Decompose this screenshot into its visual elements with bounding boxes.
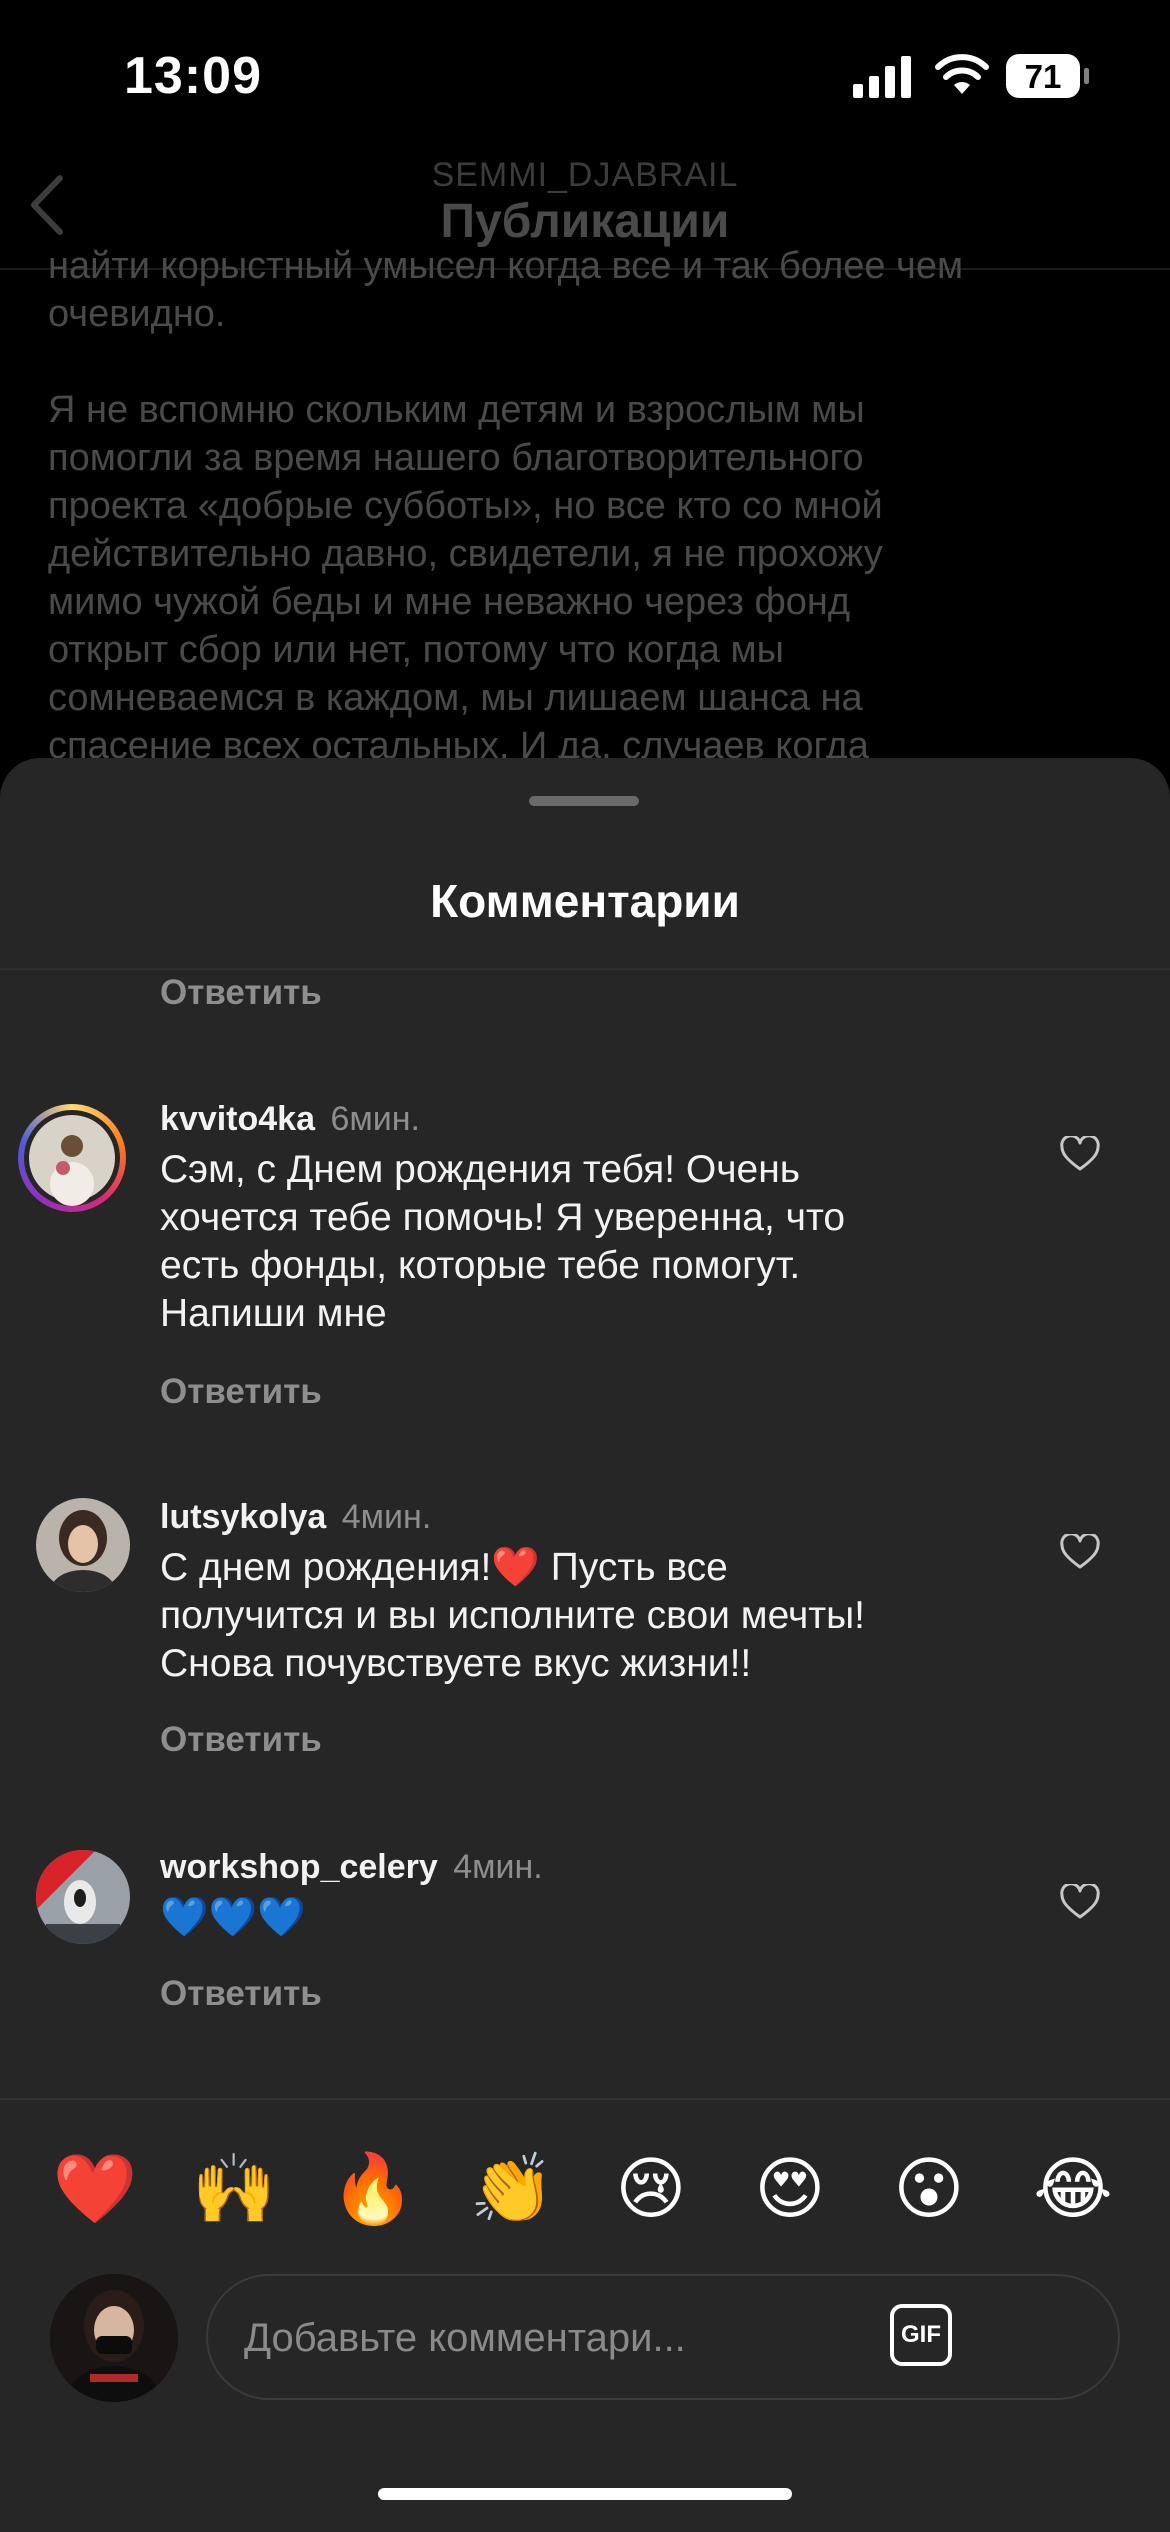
avatar-story-ring[interactable] — [18, 1104, 126, 1212]
current-user-avatar — [50, 2274, 178, 2402]
caption-line: открыт сбор или нет, потому что когда мы — [48, 629, 784, 671]
comment-time: 4мин. — [341, 1498, 432, 1536]
comment-item: kvvito4ka 6мин. Сэм, с Днем рождения теб… — [0, 1100, 1170, 1411]
comment-line: есть фонды, которые тебе помогут. — [160, 1244, 801, 1287]
caption-line: спасение всех остальных. И да, случаев к… — [48, 725, 869, 760]
gif-button[interactable]: GIF — [890, 2304, 952, 2366]
comment-input-placeholder: Добавьте комментари... — [244, 2316, 686, 2360]
comment-time: 6мин. — [330, 1100, 420, 1138]
comment-line: получится и вы исполните свои мечты! — [160, 1594, 866, 1637]
sheet-grabber-handle[interactable] — [529, 796, 639, 806]
like-heart-icon[interactable] — [1060, 1136, 1100, 1172]
comment-item: workshop_celery 4мин. 💙💙💙 Ответить — [0, 1848, 1170, 2013]
avatar[interactable] — [36, 1850, 130, 1944]
caption-line: Я не вспомню скольким детям и взрослым м… — [48, 389, 865, 431]
comment-username[interactable]: kvvito4ka — [160, 1100, 315, 1138]
battery-icon: 71 — [1006, 54, 1089, 98]
reply-button[interactable]: Ответить — [160, 1372, 322, 1412]
comment-line: 💙💙💙 — [160, 1896, 306, 1939]
reply-button[interactable]: Ответить — [160, 1720, 322, 1760]
reaction-laughing[interactable]: 😂 — [1028, 2144, 1118, 2234]
cellular-signal-icon — [853, 56, 911, 98]
status-bar: 13:09 71 — [0, 0, 1170, 150]
quick-reactions-bar: ❤️ 🙌 🔥 👏 😢 😍 😮 😂 — [0, 2144, 1170, 2234]
comment-meta: lutsykolya 4мин. — [160, 1498, 431, 1537]
home-indicator[interactable] — [378, 2488, 792, 2500]
reaction-heart-eyes[interactable]: 😍 — [745, 2144, 835, 2234]
header-username: SEMMI_DJABRAIL — [431, 156, 739, 194]
like-heart-icon[interactable] — [1060, 1534, 1100, 1570]
comment-username[interactable]: workshop_celery — [160, 1848, 438, 1886]
battery-level: 71 — [1024, 58, 1062, 95]
sheet-divider — [0, 968, 1170, 970]
caption-paragraph-1: найти корыстный умысел когда все и так б… — [48, 242, 1128, 338]
post-caption: найти корыстный умысел когда все и так б… — [48, 240, 1128, 760]
comment-input[interactable]: Добавьте комментари... GIF — [206, 2274, 1120, 2400]
caption-line: сомневаемся в каждом, мы лишаем шанса на — [48, 677, 863, 719]
caption-paragraph-2: Я не вспомню скольким детям и взрослым м… — [48, 386, 1128, 760]
reply-button[interactable]: Ответить — [160, 973, 322, 1013]
composer-divider — [0, 2098, 1170, 2100]
caption-line: мимо чужой беды и мне неважно через фонд — [48, 581, 851, 623]
reaction-surprised[interactable]: 😮 — [884, 2144, 974, 2234]
wifi-icon — [935, 54, 989, 94]
comment-line: Снова почувствуете вкус жизни!! — [160, 1642, 752, 1685]
comment-line: С днем рождения!❤️ Пусть все — [160, 1546, 728, 1589]
comment-text: 💙💙💙 — [160, 1894, 1020, 1942]
comment-meta: workshop_celery 4мин. — [160, 1848, 543, 1887]
caption-line: найти корыстный умысел когда все и так б… — [48, 245, 964, 287]
caption-line: действительно давно, свидетели, я не про… — [48, 533, 883, 575]
comment-username[interactable]: lutsykolya — [160, 1498, 326, 1536]
comment-line: Сэм, с Днем рождения тебя! Очень — [160, 1148, 801, 1191]
comment-text: Сэм, с Днем рождения тебя! Очень хочется… — [160, 1146, 1020, 1338]
reaction-crying[interactable]: 😢 — [606, 2144, 696, 2234]
avatar — [24, 1110, 120, 1206]
comment-line: хочется тебе помочь! Я уверенна, что — [160, 1196, 846, 1239]
comment-item: lutsykolya 4мин. С днем рождения!❤️ Пуст… — [0, 1498, 1170, 1759]
caption-line: помогли за время нашего благотворительно… — [48, 437, 864, 479]
reaction-fire[interactable]: 🔥 — [328, 2144, 418, 2234]
comment-time: 4мин. — [453, 1848, 543, 1886]
avatar[interactable] — [36, 1498, 130, 1592]
sheet-title: Комментарии — [430, 875, 740, 927]
comments-sheet: Комментарии Ответить kvvito4ka 6мин. Сэм… — [0, 758, 1170, 2532]
reaction-raised-hands[interactable]: 🙌 — [189, 2144, 279, 2234]
comment-line: Напиши мне — [160, 1292, 387, 1335]
like-heart-icon[interactable] — [1060, 1884, 1100, 1920]
caption-line: проекта «добрые субботы», но все кто со … — [48, 485, 883, 527]
reply-button[interactable]: Ответить — [160, 1974, 322, 2014]
status-time: 13:09 — [124, 47, 262, 105]
caption-line: очевидно. — [48, 293, 226, 335]
comment-meta: kvvito4ka 6мин. — [160, 1100, 420, 1139]
reaction-clap[interactable]: 👏 — [467, 2144, 557, 2234]
reaction-heart[interactable]: ❤️ — [50, 2144, 140, 2234]
comment-text: С днем рождения!❤️ Пусть все получится и… — [160, 1544, 1020, 1688]
